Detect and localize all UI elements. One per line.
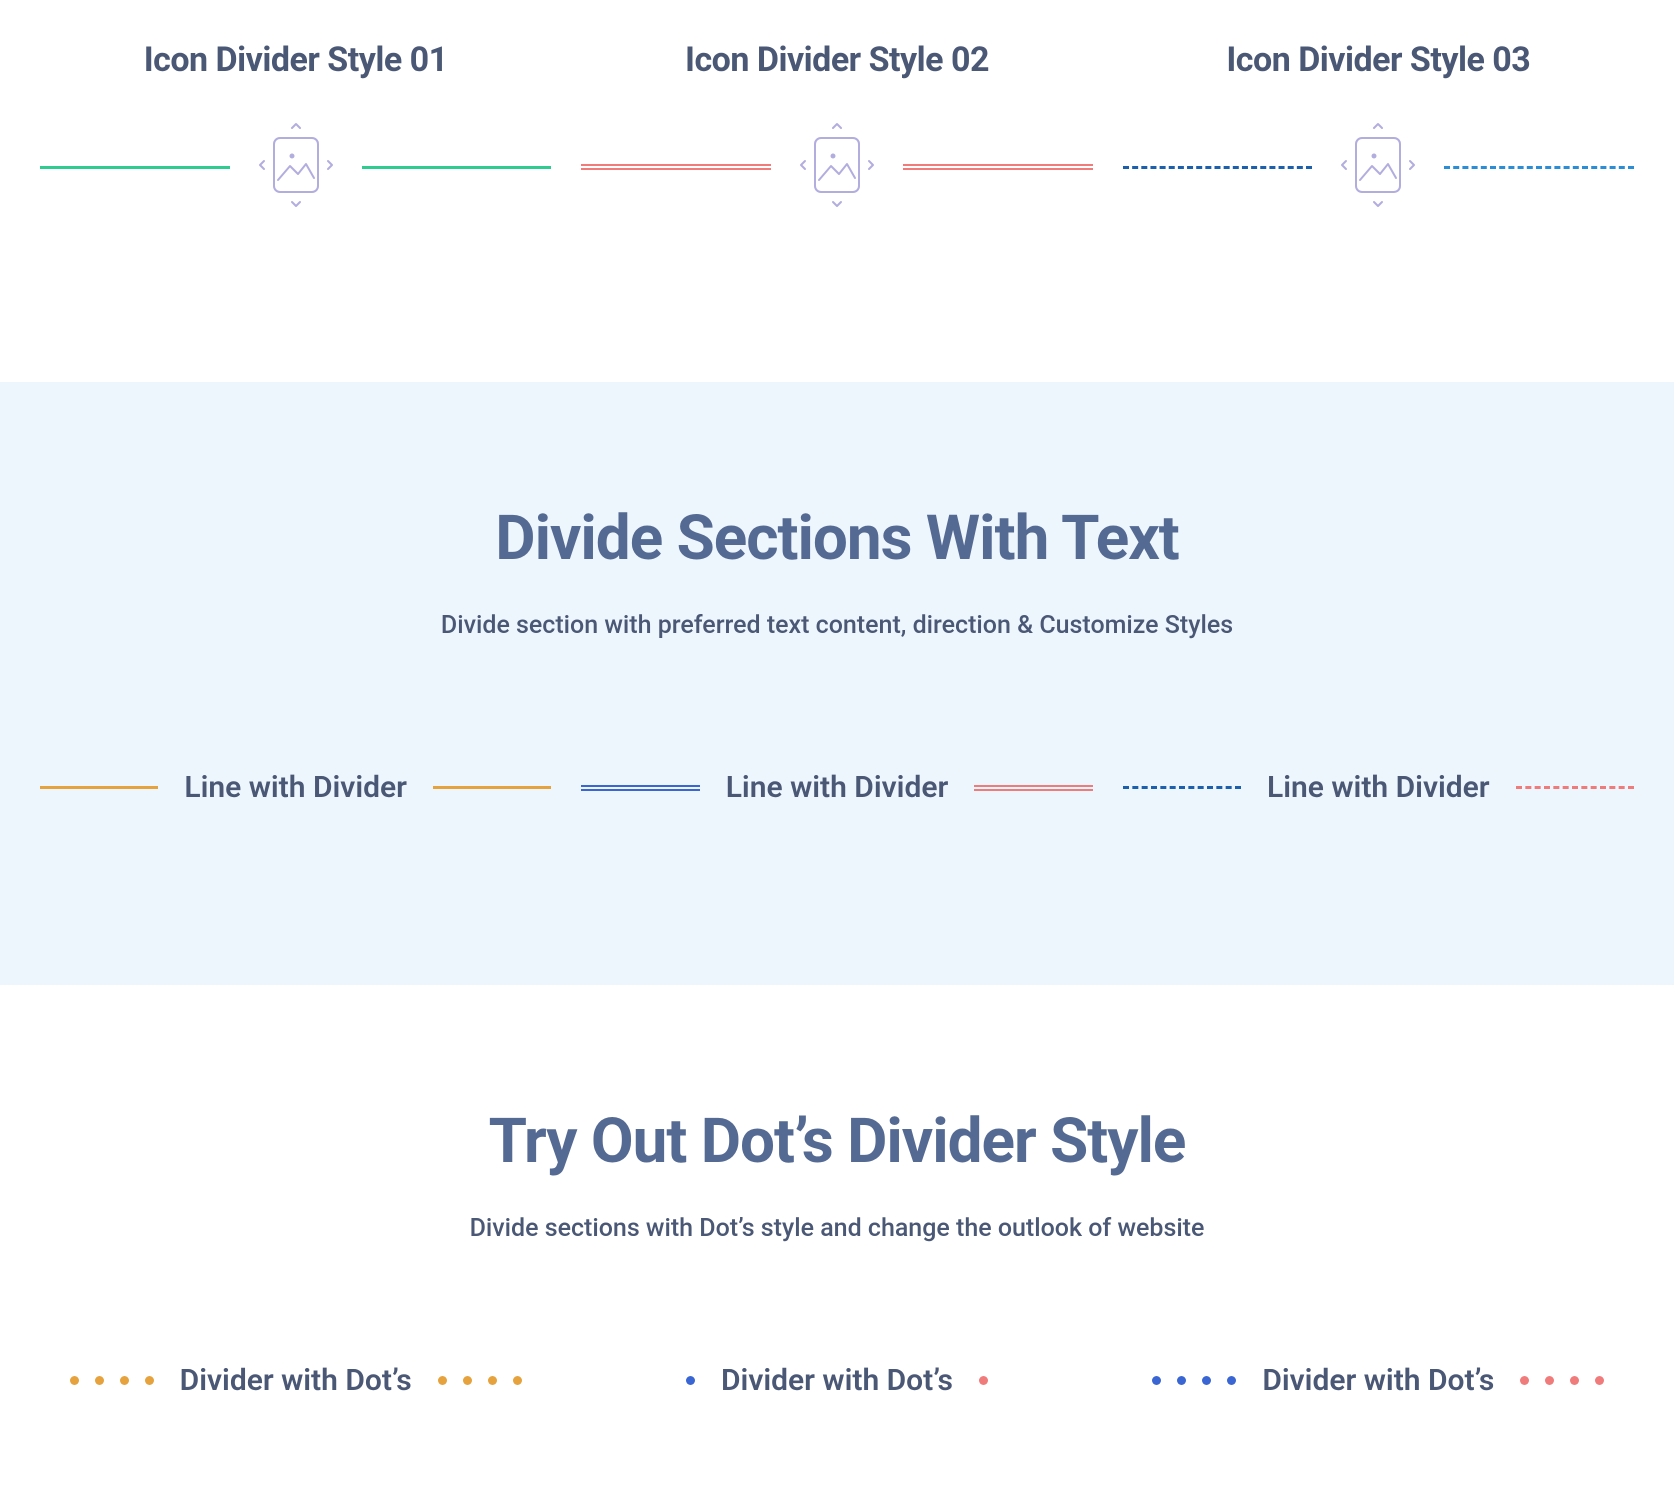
section-subheading: Divide sections with Dot’s style and cha… bbox=[40, 1214, 1634, 1243]
divider-text: Divider with Dot’s bbox=[1236, 1363, 1520, 1398]
dot-icon bbox=[686, 1376, 695, 1385]
dot-icon bbox=[1227, 1376, 1236, 1385]
section-heading: Divide Sections With Text bbox=[40, 502, 1634, 575]
dots-divider-card-1: Divider with Dot’s bbox=[40, 1363, 551, 1398]
dot-icon bbox=[145, 1376, 154, 1385]
section-heading: Try Out Dot’s Divider Style bbox=[40, 1105, 1634, 1178]
image-placeholder-icon bbox=[1312, 122, 1444, 212]
icon-divider-card-2: Icon Divider Style 02 bbox=[581, 40, 1092, 212]
dot-icon bbox=[1595, 1376, 1604, 1385]
divider-text: Line with Divider bbox=[1241, 770, 1516, 805]
text-divider-section: Divide Sections With Text Divide section… bbox=[0, 382, 1674, 985]
dots-right bbox=[979, 1376, 988, 1385]
divider-line bbox=[362, 166, 552, 169]
dots-left bbox=[70, 1376, 154, 1385]
divider-text: Divider with Dot’s bbox=[695, 1363, 979, 1398]
dot-icon bbox=[1520, 1376, 1529, 1385]
dot-icon bbox=[513, 1376, 522, 1385]
divider-line bbox=[581, 785, 699, 791]
icon-divider-card-1: Icon Divider Style 01 bbox=[40, 40, 551, 212]
dot-icon bbox=[1152, 1376, 1161, 1385]
divider-line bbox=[581, 164, 771, 170]
image-placeholder-icon bbox=[771, 122, 903, 212]
dots-divider-row: Divider with Dot’s Divider with Dot’s bbox=[40, 1363, 1634, 1398]
dot-icon bbox=[70, 1376, 79, 1385]
dots-right bbox=[438, 1376, 522, 1385]
divider-line bbox=[1516, 786, 1634, 789]
text-divider-card-2: Line with Divider bbox=[581, 770, 1092, 805]
icon-divider-title: Icon Divider Style 01 bbox=[144, 40, 448, 80]
text-divider-card-3: Line with Divider bbox=[1123, 770, 1634, 805]
dots-left bbox=[686, 1376, 695, 1385]
divider-line bbox=[1123, 786, 1241, 789]
divider-line bbox=[40, 166, 230, 169]
divider-text: Line with Divider bbox=[700, 770, 975, 805]
dot-icon bbox=[120, 1376, 129, 1385]
icon-divider-title: Icon Divider Style 02 bbox=[685, 40, 989, 80]
dot-icon bbox=[438, 1376, 447, 1385]
dots-divider-section: Try Out Dot’s Divider Style Divide secti… bbox=[0, 985, 1674, 1458]
divider-line bbox=[903, 164, 1093, 170]
dot-icon bbox=[1570, 1376, 1579, 1385]
image-placeholder-icon bbox=[230, 122, 362, 212]
text-divider-card-1: Line with Divider bbox=[40, 770, 551, 805]
divider-line bbox=[1123, 166, 1313, 169]
dot-icon bbox=[463, 1376, 472, 1385]
icon-divider-title: Icon Divider Style 03 bbox=[1226, 40, 1530, 80]
divider-line bbox=[1444, 166, 1634, 169]
dot-icon bbox=[979, 1376, 988, 1385]
icon-divider-row bbox=[40, 122, 551, 212]
icon-divider-row bbox=[1123, 122, 1634, 212]
divider-line bbox=[40, 786, 158, 789]
section-subheading: Divide section with preferred text conte… bbox=[40, 611, 1634, 640]
dot-icon bbox=[1545, 1376, 1554, 1385]
divider-text: Divider with Dot’s bbox=[154, 1363, 438, 1398]
divider-line bbox=[974, 785, 1092, 791]
icon-divider-section: Icon Divider Style 01 Icon Divider Style… bbox=[0, 0, 1674, 382]
dot-icon bbox=[95, 1376, 104, 1385]
dots-divider-card-2: Divider with Dot’s bbox=[581, 1363, 1092, 1398]
dots-left bbox=[1152, 1376, 1236, 1385]
text-divider-row: Line with Divider Line with Divider Line… bbox=[40, 770, 1634, 805]
dots-right bbox=[1520, 1376, 1604, 1385]
dot-icon bbox=[1177, 1376, 1186, 1385]
dots-divider-card-3: Divider with Dot’s bbox=[1123, 1363, 1634, 1398]
icon-divider-row bbox=[581, 122, 1092, 212]
dot-icon bbox=[488, 1376, 497, 1385]
icon-divider-card-3: Icon Divider Style 03 bbox=[1123, 40, 1634, 212]
divider-line bbox=[433, 786, 551, 789]
divider-text: Line with Divider bbox=[158, 770, 433, 805]
dot-icon bbox=[1202, 1376, 1211, 1385]
